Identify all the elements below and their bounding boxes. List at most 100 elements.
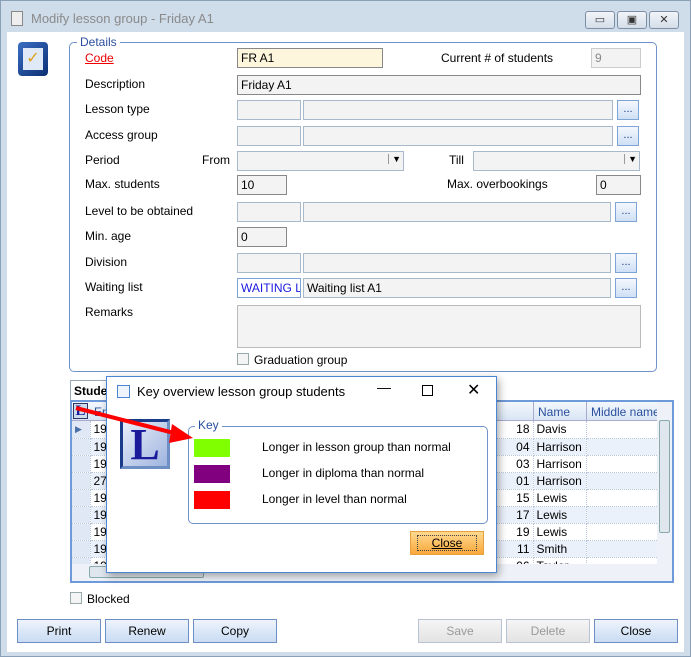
row-selector[interactable] (72, 438, 91, 456)
period-from-select[interactable]: ▼ (237, 151, 404, 171)
close-window-button[interactable]: ✕ (649, 11, 679, 29)
description-label: Description (85, 77, 146, 91)
division-code-field[interactable] (237, 253, 301, 273)
delete-button[interactable]: Delete (506, 619, 590, 643)
cell-name: Lewis (533, 489, 587, 507)
division-desc-field[interactable] (303, 253, 611, 273)
row-selector[interactable] (72, 523, 91, 541)
key-label: Longer in level than normal (262, 492, 407, 506)
division-browse-button[interactable]: ... (615, 253, 637, 273)
dialog-title: Key overview lesson group students (137, 384, 346, 399)
save-button[interactable]: Save (418, 619, 502, 643)
cell-middle-name (586, 455, 659, 473)
title-bar: Modify lesson group - Friday A1 ▭ ▣ ✕ (1, 1, 690, 35)
access-group-label: Access group (85, 128, 158, 142)
dialog-close-x-button[interactable]: ✕ (467, 380, 480, 400)
dialog-close-button[interactable]: Close (410, 531, 484, 555)
period-label: Period (85, 153, 120, 167)
waiting-list-browse-button[interactable]: ... (615, 278, 637, 298)
tab-students[interactable]: Stude (70, 380, 110, 401)
level-desc-field[interactable] (303, 202, 611, 222)
column-header-name[interactable]: Name (533, 402, 574, 421)
cell-name: Harrison (533, 455, 587, 473)
renew-button[interactable]: Renew (105, 619, 189, 643)
key-overview-dialog: Key overview lesson group students — ✕ L… (106, 376, 497, 573)
key-legend: Key (195, 418, 222, 432)
lesson-group-icon: ✓ (18, 42, 48, 76)
lesson-type-desc-field[interactable] (303, 100, 613, 120)
lesson-type-browse-button[interactable]: ... (617, 100, 639, 120)
vertical-scrollbar[interactable] (657, 402, 672, 564)
window-title: Modify lesson group - Friday A1 (31, 11, 214, 26)
chevron-down-icon: ▼ (624, 154, 637, 164)
max-overbookings-field[interactable]: 0 (596, 175, 641, 195)
row-selector[interactable] (72, 472, 91, 490)
print-button[interactable]: Print (17, 619, 101, 643)
description-field[interactable]: Friday A1 (237, 75, 641, 95)
waiting-list-label: Waiting list (85, 280, 143, 294)
max-students-field[interactable]: 10 (237, 175, 287, 195)
dialog-minimize-button[interactable]: — (377, 379, 391, 395)
cell-middle-name (586, 523, 659, 541)
key-overview-button[interactable]: L (73, 403, 88, 419)
cell-middle-name (586, 506, 659, 524)
window-icon (11, 11, 23, 26)
maximize-button[interactable]: ▣ (617, 11, 647, 29)
cell-name: Lewis (533, 523, 587, 541)
cell-middle-name (586, 472, 659, 490)
min-age-label: Min. age (85, 229, 132, 243)
key-label: Longer in lesson group than normal (262, 440, 451, 454)
graduation-group-checkbox[interactable] (237, 353, 249, 365)
waiting-list-desc-field[interactable]: Waiting list A1 (303, 278, 611, 298)
min-age-field[interactable]: 0 (237, 227, 287, 247)
cell-middle-name (586, 438, 659, 456)
from-label: From (202, 153, 230, 167)
waiting-list-code-field[interactable]: WAITING L (237, 278, 301, 298)
close-button[interactable]: Close (594, 619, 678, 643)
level-browse-button[interactable]: ... (615, 202, 637, 222)
cell-name: Harrison (533, 472, 587, 490)
cell-middle-name (586, 489, 659, 507)
row-selector[interactable] (72, 506, 91, 524)
access-group-desc-field[interactable] (303, 126, 613, 146)
copy-button[interactable]: Copy (193, 619, 277, 643)
graduation-group-label: Graduation group (254, 353, 348, 367)
access-group-browse-button[interactable]: ... (617, 126, 639, 146)
key-label: Longer in diploma than normal (262, 466, 425, 480)
row-selector[interactable] (72, 540, 91, 558)
dialog-icon (117, 385, 130, 398)
till-label: Till (449, 153, 464, 167)
cell-name: Lewis (533, 506, 587, 524)
remarks-field[interactable] (237, 305, 641, 348)
lesson-type-code-field[interactable] (237, 100, 301, 120)
level-label: Level to be obtained (85, 204, 194, 218)
key-swatch (194, 465, 230, 483)
lesson-type-label: Lesson type (85, 102, 150, 116)
code-field[interactable]: FR A1 (237, 48, 383, 68)
key-swatch (194, 439, 230, 457)
cell-name: Smith (533, 540, 587, 558)
cell-name: Davis (533, 421, 587, 439)
row-selector[interactable] (72, 489, 91, 507)
level-code-field[interactable] (237, 202, 301, 222)
current-students-field: 9 (591, 48, 641, 68)
remarks-label: Remarks (85, 305, 134, 319)
access-group-code-field[interactable] (237, 126, 301, 146)
blocked-label: Blocked (87, 592, 130, 606)
row-selector[interactable]: ▶ (72, 421, 91, 439)
max-students-label: Max. students (85, 177, 160, 191)
row-selector[interactable] (72, 455, 91, 473)
code-label[interactable]: Code (85, 51, 114, 65)
column-header-middle-name[interactable]: Middle name (586, 402, 664, 421)
dialog-close-label: Close (416, 535, 478, 551)
period-till-select[interactable]: ▼ (473, 151, 640, 171)
cell-middle-name (586, 421, 659, 439)
minimize-button[interactable]: ▭ (585, 11, 615, 29)
dialog-maximize-button[interactable] (422, 385, 433, 396)
scroll-thumb[interactable] (659, 420, 670, 533)
blocked-checkbox[interactable] (70, 592, 82, 604)
cell-name: Harrison (533, 438, 587, 456)
chevron-down-icon: ▼ (388, 154, 401, 164)
cell-middle-name (586, 540, 659, 558)
current-students-label: Current # of students (441, 51, 554, 65)
